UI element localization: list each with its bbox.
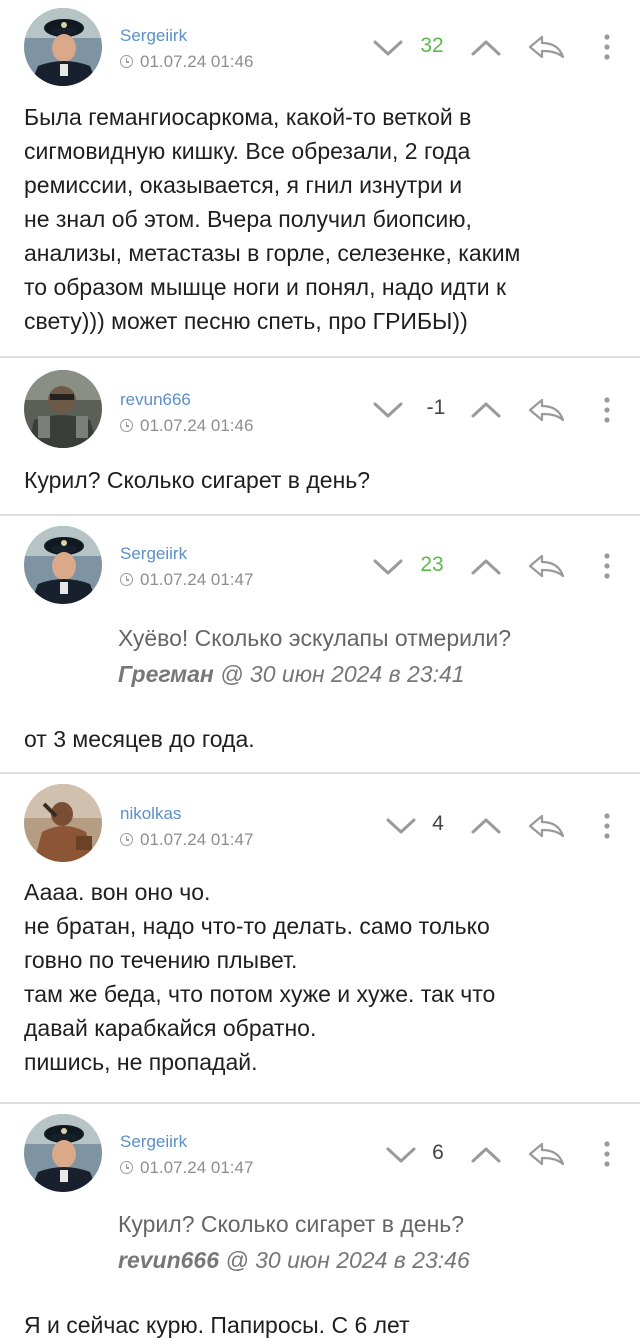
chevron-down-icon[interactable]	[372, 400, 404, 420]
timestamp: 01.07.24 01:47	[120, 1158, 253, 1178]
avatar[interactable]	[24, 1114, 102, 1192]
quote-author-line: revun666 @ 30 июн 2024 в 23:46	[118, 1242, 618, 1278]
reply-arrow-icon[interactable]	[526, 33, 566, 61]
comment-text: Аааа. вон оно чо. не братан, надо что-то…	[24, 879, 496, 1075]
timestamp: 01.07.24 01:47	[120, 570, 253, 590]
rating: 4	[432, 812, 444, 835]
comment: Sergeiirk 01.07.24 01:47 23 Хуёво! Сколь…	[0, 516, 640, 772]
comment: Sergeiirk 01.07.24 01:47 6 Курил? Скольк…	[0, 1104, 640, 1344]
avatar[interactable]	[24, 784, 102, 862]
comment-text: Была гемангиосаркома, какой-то веткой в …	[24, 104, 521, 334]
more-vertical-icon[interactable]	[603, 552, 611, 580]
username[interactable]: revun666	[120, 390, 191, 410]
more-vertical-icon[interactable]	[603, 396, 611, 424]
reply-arrow-icon[interactable]	[526, 552, 566, 580]
quote-block: Хуёво! Сколько эскулапы отмерили? Грегма…	[118, 620, 618, 692]
username[interactable]: Sergeiirk	[120, 26, 187, 46]
chevron-down-icon[interactable]	[372, 38, 404, 58]
quote-meta: @ 30 июн 2024 в 23:46	[219, 1247, 470, 1273]
more-vertical-icon[interactable]	[603, 1140, 611, 1168]
rating: 23	[420, 553, 444, 576]
comment: nikolkas 01.07.24 01:47 4 Аааа. вон оно …	[0, 774, 640, 1102]
comment: Sergeiirk 01.07.24 01:46 32 Была геманги…	[0, 0, 640, 357]
quote-author[interactable]: revun666	[118, 1247, 219, 1273]
quote-block: Курил? Сколько сигарет в день? revun666 …	[118, 1206, 618, 1278]
timestamp: 01.07.24 01:46	[120, 416, 253, 436]
clock-icon	[120, 1161, 133, 1174]
timestamp: 01.07.24 01:47	[120, 830, 253, 850]
chevron-up-icon[interactable]	[470, 38, 502, 58]
reply-arrow-icon[interactable]	[526, 396, 566, 424]
reply-arrow-icon[interactable]	[526, 812, 566, 840]
username[interactable]: nikolkas	[120, 804, 181, 824]
avatar[interactable]	[24, 526, 102, 604]
more-vertical-icon[interactable]	[603, 33, 611, 61]
quote-author-line: Грегман @ 30 июн 2024 в 23:41	[118, 656, 618, 692]
comment: revun666 01.07.24 01:46 -1 Курил? Скольк…	[0, 358, 640, 514]
chevron-up-icon[interactable]	[470, 816, 502, 836]
clock-icon	[120, 573, 133, 586]
more-vertical-icon[interactable]	[603, 812, 611, 840]
reply-arrow-icon[interactable]	[526, 1140, 566, 1168]
rating: 6	[432, 1141, 444, 1164]
quote-meta: @ 30 июн 2024 в 23:41	[213, 661, 465, 687]
quote-author[interactable]: Грегман	[118, 661, 214, 687]
chevron-up-icon[interactable]	[470, 1145, 502, 1165]
comment-text: Курил? Сколько сигарет в день?	[24, 467, 371, 493]
quote-text: Хуёво! Сколько эскулапы отмерили?	[118, 625, 512, 651]
rating: 32	[420, 34, 444, 57]
rating: -1	[426, 396, 446, 419]
avatar[interactable]	[24, 370, 102, 448]
avatar[interactable]	[24, 8, 102, 86]
comment-text: Я и сейчас курю. Папиросы. С 6 лет	[24, 1312, 410, 1338]
clock-icon	[120, 833, 133, 846]
clock-icon	[120, 419, 133, 432]
timestamp: 01.07.24 01:46	[120, 52, 253, 72]
chevron-up-icon[interactable]	[470, 557, 502, 577]
username[interactable]: Sergeiirk	[120, 544, 187, 564]
comment-text: от 3 месяцев до года.	[24, 726, 255, 752]
username[interactable]: Sergeiirk	[120, 1132, 187, 1152]
clock-icon	[120, 55, 133, 68]
quote-text: Курил? Сколько сигарет в день?	[118, 1211, 465, 1237]
chevron-up-icon[interactable]	[470, 400, 502, 420]
chevron-down-icon[interactable]	[372, 557, 404, 577]
